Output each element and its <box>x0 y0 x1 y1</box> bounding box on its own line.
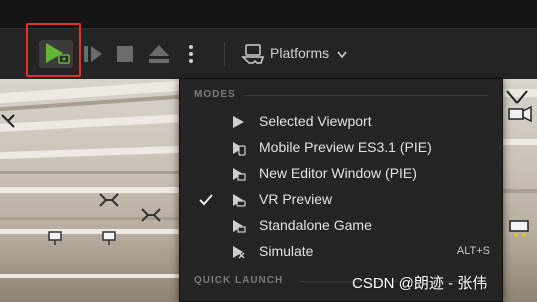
chevron-down-icon <box>337 51 347 59</box>
eject-button[interactable] <box>148 44 170 64</box>
more-vertical-button[interactable] <box>186 43 196 65</box>
menu-item-standalone-game[interactable]: Standalone Game <box>180 213 502 239</box>
stop-button[interactable] <box>115 44 135 64</box>
standalone-game-icon <box>233 220 246 233</box>
camera-actor-icon[interactable] <box>505 89 535 149</box>
section-divider <box>244 95 488 96</box>
ceiling-beam <box>0 229 180 234</box>
selected-viewport-icon <box>233 116 244 128</box>
menu-item-label: Simulate <box>259 243 314 259</box>
quick-launch-header: QUICK LAUNCH <box>194 275 284 286</box>
simulate-icon <box>233 246 245 259</box>
menu-item-selected-viewport[interactable]: Selected Viewport <box>180 109 502 135</box>
platforms-dropdown[interactable]: Platforms <box>270 45 348 61</box>
watermark: CSDN @朗迹 - 张伟 <box>352 275 488 292</box>
new-window-icon <box>233 168 246 181</box>
modes-header: MODES <box>194 89 236 100</box>
ceiling-beam <box>0 187 180 193</box>
ceiling-beam <box>0 274 180 278</box>
menu-item-vr-preview[interactable]: VR Preview <box>180 187 502 213</box>
vr-preview-icon <box>233 194 246 207</box>
menu-item-simulate[interactable]: Simulate ALT+S <box>180 239 502 265</box>
ceiling-beam-shadow <box>500 189 537 193</box>
platforms-label: Platforms <box>270 45 330 61</box>
menu-item-label: Selected Viewport <box>259 113 372 129</box>
ceiling-beam <box>0 114 180 132</box>
platforms-icon <box>241 44 265 64</box>
light-icon[interactable] <box>100 229 120 247</box>
play-modes-menu: MODES Selected Viewport Mobile Preview E… <box>179 78 503 302</box>
ceiling-beam <box>0 145 180 160</box>
light-icon[interactable] <box>506 219 534 239</box>
menu-item-label: New Editor Window (PIE) <box>259 165 417 181</box>
menu-item-label: Standalone Game <box>259 217 372 233</box>
menu-item-mobile-preview[interactable]: Mobile Preview ES3.1 (PIE) <box>180 135 502 161</box>
shortcut-label: ALT+S <box>456 245 490 257</box>
play-options-button[interactable] <box>83 44 103 64</box>
checkmark-icon <box>199 194 213 206</box>
play-button-highlight <box>26 23 81 77</box>
toolbar-divider <box>224 42 225 66</box>
menu-item-new-editor-window[interactable]: New Editor Window (PIE) <box>180 161 502 187</box>
light-icon[interactable] <box>46 229 66 247</box>
ceiling-beam-shadow <box>0 171 180 174</box>
actor-icon[interactable] <box>98 192 120 208</box>
menu-item-label: Mobile Preview ES3.1 (PIE) <box>259 139 432 155</box>
mobile-preview-icon <box>233 142 246 156</box>
actor-icon[interactable] <box>0 113 16 129</box>
ceiling-beam-shadow <box>0 254 180 257</box>
actor-icon[interactable] <box>140 207 162 223</box>
menu-item-label: VR Preview <box>259 191 333 207</box>
